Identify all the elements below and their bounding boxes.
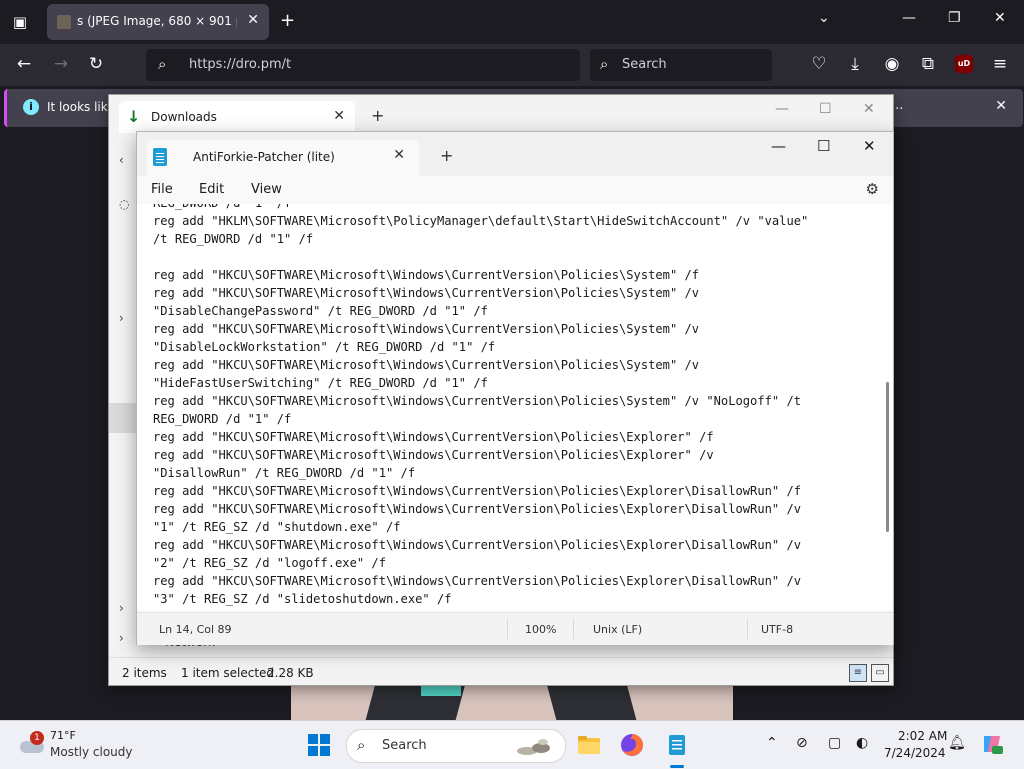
notepad-taskbar-icon[interactable] — [665, 733, 689, 757]
browser-tab-title: s (JPEG Image, 680 × 901 pixels) — [77, 14, 237, 28]
browser-tab-bar: ▣ s (JPEG Image, 680 × 901 pixels) ✕ + ⌄… — [0, 0, 1024, 44]
focus-icon[interactable]: ◐ — [856, 735, 868, 751]
info-icon: i — [23, 99, 39, 115]
search-icon: ⌕ — [158, 55, 167, 73]
display-icon[interactable]: ▢ — [828, 735, 841, 751]
downloads-tab-title: Downloads — [151, 110, 217, 124]
notepad-menu-bar: File Edit View ⚙ — [137, 176, 893, 204]
notepad-tab[interactable]: AntiForkie-Patcher (lite) ✕ — [147, 140, 419, 176]
browser-tab-active[interactable]: s (JPEG Image, 680 × 901 pixels) ✕ — [47, 4, 269, 40]
url-bar[interactable]: ⌕ https://dro.pm/t — [146, 49, 580, 81]
cursor-position: Ln 14, Col 89 — [159, 623, 232, 636]
weather-alert-badge: 1 — [30, 731, 44, 745]
download-icon[interactable]: ⤓ — [844, 54, 866, 74]
clock-time[interactable]: 2:02 AM — [898, 729, 947, 743]
image-favicon-icon — [57, 15, 71, 29]
close-tab-icon[interactable]: ✕ — [333, 108, 345, 124]
network-offline-icon[interactable]: ⊘ — [796, 735, 808, 751]
close-window-icon[interactable]: ✕ — [863, 101, 875, 117]
vertical-scrollbar[interactable] — [885, 204, 893, 610]
new-tab-plus-icon[interactable]: + — [440, 146, 453, 165]
browser-search-placeholder: Search — [622, 57, 667, 72]
background-photo — [291, 680, 733, 720]
scrollbar-thumb[interactable] — [886, 382, 889, 532]
taskbar: 1 71°F Mostly cloudy ⌕ Search ⌃ ⊘ ▢ ◐ 2:… — [0, 720, 1024, 769]
weather-condition[interactable]: Mostly cloudy — [50, 745, 133, 759]
details-view-icon[interactable]: ≡ — [849, 664, 867, 682]
item-count: 2 items — [122, 666, 167, 680]
account-icon[interactable]: ◉ — [881, 54, 903, 74]
new-tab-plus-icon[interactable]: + — [280, 10, 295, 31]
notification-text: It looks like — [47, 100, 115, 114]
weather-widget[interactable]: 1 — [16, 731, 44, 755]
notepad-status-bar: Ln 14, Col 89 100% Unix (LF) UTF-8 — [137, 612, 893, 645]
close-notification-icon[interactable]: ✕ — [995, 98, 1007, 114]
minimize-icon[interactable]: — — [771, 137, 786, 155]
zoom-level[interactable]: 100% — [525, 623, 556, 636]
encoding[interactable]: UTF-8 — [761, 623, 793, 636]
close-window-icon[interactable]: ✕ — [863, 137, 876, 155]
extensions-icon[interactable]: ⧉ — [917, 54, 939, 74]
notepad-window: AntiForkie-Patcher (lite) ✕ + — ☐ ✕ File… — [136, 131, 894, 645]
firefox-icon[interactable] — [620, 733, 644, 757]
notepad-icon — [153, 148, 167, 166]
close-tab-icon[interactable]: ✕ — [393, 147, 405, 163]
taskbar-search-placeholder: Search — [382, 738, 427, 753]
minimize-icon[interactable]: — — [902, 10, 916, 26]
new-tab-plus-icon[interactable]: + — [371, 106, 384, 125]
tab-list-icon[interactable]: ▣ — [8, 10, 32, 34]
start-button[interactable] — [308, 734, 330, 756]
notepad-text-area[interactable]: REG_DWORD /d "1" /f reg add "HKLM\SOFTWA… — [137, 204, 885, 610]
gear-icon[interactable]: ⚙ — [866, 180, 879, 198]
search-icon: ⌕ — [600, 55, 609, 73]
selection-count: 1 item selected — [181, 666, 275, 680]
notepad-title-bar: AntiForkie-Patcher (lite) ✕ + — ☐ ✕ — [137, 132, 893, 176]
chevron-down-icon[interactable]: ⌄ — [818, 10, 830, 26]
close-window-icon[interactable]: ✕ — [994, 10, 1006, 26]
chevron-up-icon[interactable]: ⌃ — [766, 735, 778, 751]
download-arrow-icon: ↓ — [127, 107, 141, 126]
notepad-content: REG_DWORD /d "1" /f reg add "HKLM\SOFTWA… — [153, 204, 809, 606]
search-icon: ⌕ — [357, 736, 366, 754]
tiles-view-icon[interactable]: ▭ — [871, 664, 889, 682]
copilot-icon[interactable] — [980, 732, 1004, 756]
reload-icon[interactable]: ↻ — [85, 54, 107, 74]
back-icon[interactable]: ‹ — [119, 153, 124, 167]
ublock-extension-icon[interactable]: uD — [955, 55, 973, 73]
back-icon[interactable]: ← — [13, 54, 35, 74]
navigation-pane: ‹ ◌ › › › — [109, 139, 137, 659]
selection-size: 2.28 KB — [267, 666, 314, 680]
minimize-icon[interactable]: — — [775, 101, 789, 117]
restore-icon[interactable]: ❐ — [948, 10, 961, 26]
chevron-right-icon[interactable]: › — [119, 631, 124, 645]
forward-icon[interactable]: → — [50, 54, 72, 74]
url-text: https://dro.pm/t — [189, 57, 292, 72]
weather-temperature[interactable]: 71°F — [50, 729, 76, 742]
menu-file[interactable]: File — [151, 182, 173, 197]
close-tab-icon[interactable]: ✕ — [247, 12, 259, 28]
maximize-icon[interactable]: ☐ — [817, 137, 830, 155]
taskbar-search-box[interactable]: ⌕ Search — [346, 729, 566, 763]
line-endings[interactable]: Unix (LF) — [593, 623, 642, 636]
menu-view[interactable]: View — [251, 182, 282, 197]
browser-search-box[interactable]: ⌕ Search — [590, 49, 772, 81]
explorer-status-bar: 2 items 1 item selected 2.28 KB ≡ ▭ — [109, 657, 893, 686]
notification-bell-icon[interactable]: 🔔︎ — [948, 735, 966, 751]
chevron-right-icon[interactable]: › — [119, 601, 124, 615]
pocket-icon[interactable]: ♡ — [808, 54, 830, 74]
maximize-icon[interactable]: ☐ — [819, 101, 832, 117]
refresh-icon[interactable]: ◌ — [119, 197, 129, 211]
menu-icon[interactable]: ≡ — [989, 54, 1011, 74]
menu-edit[interactable]: Edit — [199, 182, 224, 197]
file-explorer-icon[interactable] — [577, 733, 601, 757]
downloads-tab[interactable]: ↓ Downloads ✕ — [119, 101, 355, 133]
clock-date[interactable]: 7/24/2024 — [884, 746, 946, 760]
search-highlight-art-icon — [517, 739, 550, 755]
chevron-right-icon[interactable]: › — [119, 311, 124, 325]
nav-item-selected[interactable] — [109, 403, 137, 433]
notepad-tab-title: AntiForkie-Patcher (lite) — [193, 150, 335, 164]
browser-nav-bar: ← → ↻ ⌕ https://dro.pm/t ⌕ Search ♡ ⤓ ◉ … — [0, 44, 1024, 86]
